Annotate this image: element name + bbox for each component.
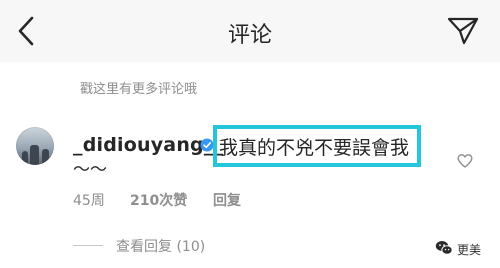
comment-text: 我真的不兇不要誤會我 <box>219 137 410 159</box>
heart-outline-icon[interactable] <box>457 153 473 169</box>
comment-time: 45周 <box>73 193 105 209</box>
verified-badge-icon <box>200 138 214 152</box>
avatar[interactable] <box>16 127 54 165</box>
direct-send-icon[interactable] <box>446 16 480 46</box>
top-bar: 评论 <box>0 0 500 62</box>
page-title: 评论 <box>227 23 272 48</box>
wechat-icon <box>435 241 453 255</box>
more-comments-link[interactable]: 戳这里有更多评论哦 <box>80 78 197 97</box>
reply-button[interactable]: 回复 <box>213 190 241 210</box>
watermark-text: 更美 <box>457 243 482 257</box>
replies-divider <box>73 245 103 246</box>
comment-likes[interactable]: 210次赞 <box>130 190 187 210</box>
comment-text-continued: ～～ <box>73 160 107 180</box>
view-replies-label[interactable]: 查看回复 (10) <box>116 236 205 256</box>
